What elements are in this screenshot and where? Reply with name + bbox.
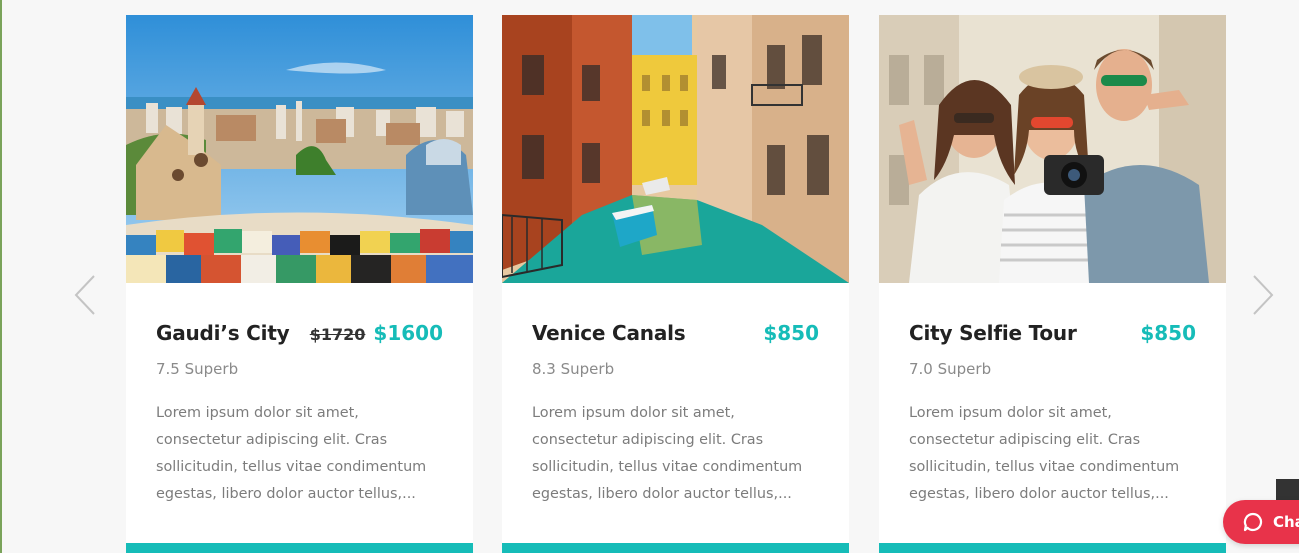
tour-price: $850 — [763, 321, 819, 345]
tour-price: $850 — [1140, 321, 1196, 345]
tour-photo-selfie[interactable] — [879, 15, 1226, 283]
chevron-right-icon — [1253, 275, 1274, 315]
tour-title[interactable]: Venice Canals — [532, 321, 686, 345]
chat-button[interactable]: Cha — [1223, 500, 1299, 544]
tour-price-group: $850 — [1140, 321, 1196, 345]
tour-rating: 7.0 Superb — [909, 360, 992, 378]
tour-price-group: $1720 $1600 — [310, 321, 443, 345]
tour-rating: 8.3 Superb — [532, 360, 615, 378]
page-left-border — [0, 0, 2, 553]
tour-price-group: $850 — [763, 321, 819, 345]
tour-card[interactable]: City Selfie Tour $850 7.0 Superb Lorem i… — [879, 15, 1226, 553]
tour-card[interactable]: Gaudi’s City $1720 $1600 7.5 Superb Lorem… — [126, 15, 473, 553]
chat-label: Cha — [1273, 513, 1299, 531]
chat-bubble-icon — [1243, 512, 1263, 532]
carousel-prev-button[interactable] — [70, 270, 100, 320]
tour-card[interactable]: Venice Canals $850 8.3 Superb Lorem ipsu… — [502, 15, 849, 553]
scroll-to-top-button[interactable] — [1276, 479, 1299, 501]
chevron-left-icon — [74, 275, 95, 315]
tour-description: Lorem ipsum dolor sit amet, consectetur … — [532, 405, 803, 502]
tour-description: Lorem ipsum dolor sit amet, consectetur … — [156, 405, 427, 502]
tour-photo-venice[interactable] — [502, 15, 849, 283]
tour-price: $1600 — [373, 321, 443, 345]
tour-card-button-bar[interactable] — [126, 543, 473, 553]
tour-description: Lorem ipsum dolor sit amet, consectetur … — [909, 405, 1180, 502]
carousel-next-button[interactable] — [1248, 270, 1278, 320]
tour-rating: 7.5 Superb — [156, 360, 239, 378]
tour-photo-barcelona[interactable] — [126, 15, 473, 283]
tour-title[interactable]: Gaudi’s City — [156, 321, 290, 345]
tour-title[interactable]: City Selfie Tour — [909, 321, 1077, 345]
tour-card-button-bar[interactable] — [879, 543, 1226, 553]
tour-old-price: $1720 — [309, 325, 366, 344]
tour-card-button-bar[interactable] — [502, 543, 849, 553]
